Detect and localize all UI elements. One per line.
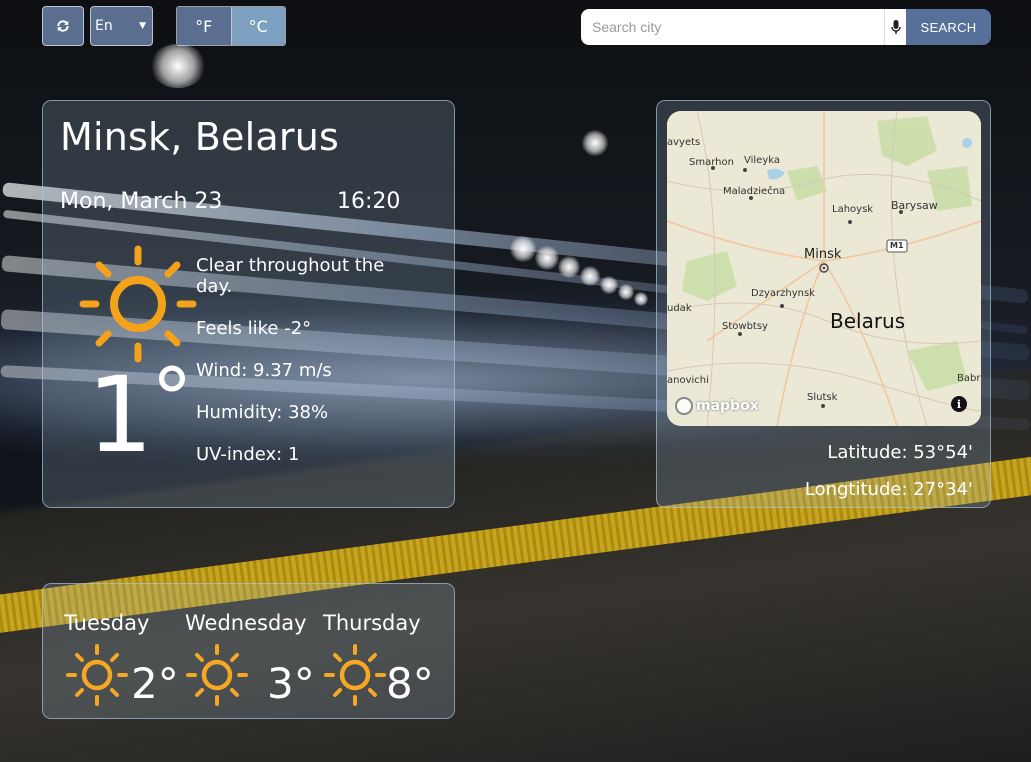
microphone-icon — [890, 19, 901, 34]
forecast-card: Tuesday 2° Wednesday 3° Thursday 8° — [42, 583, 455, 719]
mapbox-attribution: mapbox — [696, 398, 759, 414]
search-input[interactable] — [581, 9, 884, 45]
current-time: 16:20 — [337, 189, 401, 214]
feels-like: Feels like -2° — [196, 318, 312, 339]
search-button[interactable]: SEARCH — [906, 9, 991, 45]
sun-icon — [79, 245, 197, 363]
map-town: Maladziečna — [723, 186, 786, 197]
map-town: Babr — [957, 373, 981, 384]
map-country: Belarus — [830, 309, 906, 333]
mapbox-icon — [675, 397, 693, 415]
temperature-value: 1 — [87, 354, 154, 476]
longitude: Longtitude: 27°34' — [804, 479, 973, 500]
fahrenheit-button[interactable]: °F — [177, 7, 232, 45]
sun-icon — [186, 644, 248, 706]
weather-description: Clear throughout the day. — [196, 255, 385, 297]
weather-details: Clear throughout the day. Feels like -2°… — [196, 255, 426, 486]
map-town: Vileyka — [744, 155, 780, 166]
forecast-day-name: Thursday — [323, 611, 421, 635]
uv-index: UV-index: 1 — [196, 444, 300, 465]
language-value: En — [95, 18, 113, 34]
forecast-day-name: Tuesday — [64, 611, 150, 635]
map-labels: avyets Smarhon Vileyka Maladziečna Lahoy… — [667, 111, 981, 426]
celsius-button[interactable]: °C — [231, 7, 285, 45]
map-town: Barysaw — [891, 199, 938, 212]
unit-toggle: °F °C — [176, 6, 286, 46]
current-weather-card: Minsk, Belarus Mon, March 23 16:20 1 ° Cl… — [42, 100, 455, 508]
search-bar: SEARCH — [581, 9, 991, 45]
location-title: Minsk, Belarus — [60, 115, 339, 159]
info-icon[interactable]: i — [951, 396, 967, 412]
map-town: udak — [667, 303, 692, 314]
voice-search-button[interactable] — [884, 9, 906, 45]
map-town: Stowbtsy — [722, 321, 768, 332]
forecast-temperature: 2° — [131, 659, 179, 708]
map-town: Dzyarzhynsk — [751, 288, 815, 299]
wind-speed: Wind: 9.37 m/s — [196, 360, 332, 381]
map-town: Smarhon — [689, 157, 734, 168]
forecast-temperature: 3° — [267, 659, 315, 708]
map-road-badge: M1 — [890, 241, 904, 250]
map-town: avyets — [667, 137, 701, 148]
latitude: Latitude: 53°54' — [827, 442, 973, 463]
refresh-icon — [57, 20, 69, 32]
map-town: anovichi — [667, 375, 709, 386]
map-capital: Minsk — [804, 247, 842, 262]
chevron-down-icon: ▼ — [139, 21, 146, 31]
current-date: Mon, March 23 — [60, 189, 223, 214]
map-card: avyets Smarhon Vileyka Maladziečna Lahoy… — [656, 100, 991, 508]
refresh-button[interactable] — [42, 6, 84, 46]
location-map[interactable]: avyets Smarhon Vileyka Maladziečna Lahoy… — [667, 111, 981, 426]
language-select[interactable]: En ▼ — [90, 6, 153, 46]
forecast-day-name: Wednesday — [185, 611, 307, 635]
degree-sign: ° — [151, 350, 193, 448]
current-temperature: 1 ° — [87, 357, 193, 467]
sun-icon — [324, 644, 386, 706]
map-town: Slutsk — [807, 392, 838, 403]
humidity: Humidity: 38% — [196, 402, 329, 423]
map-town: Lahoysk — [832, 204, 874, 215]
sun-icon — [66, 644, 128, 706]
forecast-temperature: 8° — [386, 659, 434, 708]
mapbox-logo[interactable]: mapbox — [675, 397, 759, 415]
